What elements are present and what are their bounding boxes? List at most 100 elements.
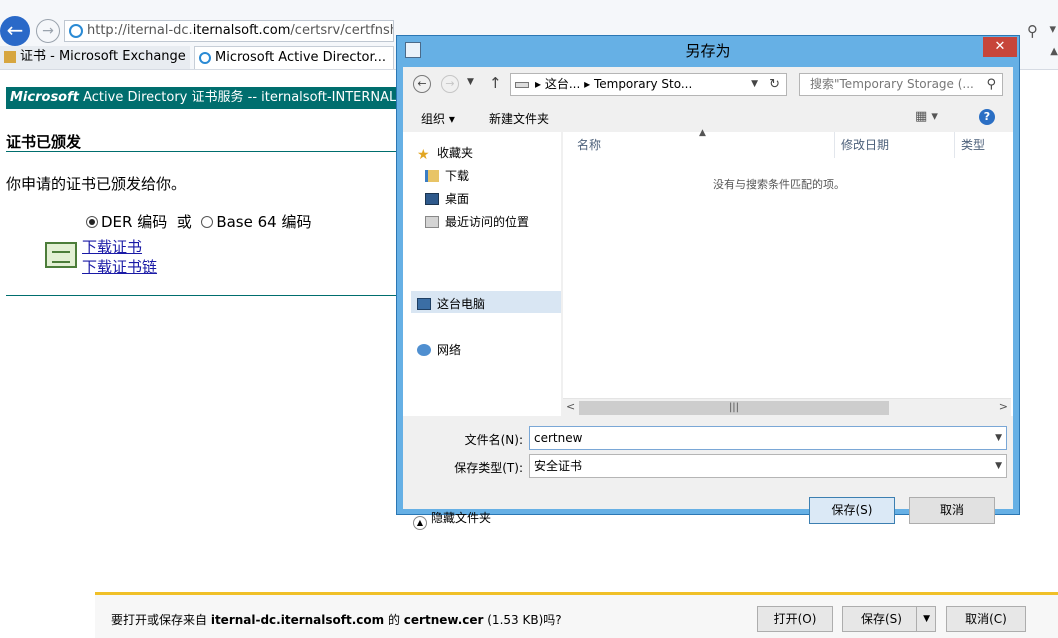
back-button[interactable]: ← [0,16,30,46]
search-icon[interactable]: ⚲ [1027,22,1038,40]
search-input[interactable]: 搜索"Temporary Storage (... ⚲ [799,73,1003,96]
chevron-down-icon[interactable]: ▼ [995,455,1002,477]
navigation-pane: ★ 收藏夹 下载 桌面 最近访问的位置 这台电脑 网络 [403,132,561,416]
ie-icon [199,52,211,64]
tab-active-directory[interactable]: Microsoft Active Director... [194,46,394,69]
cancel-download-button[interactable]: 取消(C) [946,606,1026,632]
dialog-title: 另存为 [685,42,731,60]
nav-label: 最近访问的位置 [445,215,530,229]
download-cert-link[interactable]: 下载证书 [82,236,142,257]
breadcrumb-temp-storage[interactable]: Temporary Sto... [594,77,692,91]
cancel-button[interactable]: 取消 [909,497,995,524]
scroll-left-icon[interactable]: < [566,400,575,413]
star-icon: ★ [417,147,430,163]
save-as-dialog: 另存为 ✕ ← → ▼ ↑ ▸ 这台... ▸ Temporary Sto...… [396,35,1020,530]
search-placeholder: 搜索"Temporary Storage (... [810,77,974,91]
desktop-icon [425,193,439,205]
close-button[interactable]: ✕ [983,37,1017,57]
computer-icon [417,298,431,310]
nav-label: 这台电脑 [437,297,486,311]
banner-text: Active Directory 证书服务 -- iternalsoft-INT… [83,90,406,105]
url-domain: iternalsoft.com [192,23,291,38]
base64-radio[interactable] [201,216,214,228]
save-button[interactable]: 保存(S) [809,497,895,524]
base64-label: Base 64 编码 [216,213,312,231]
breadcrumb[interactable]: ▸ 这台... ▸ Temporary Sto... ▼ ↻ [510,73,787,96]
save-label: 保存(S) [861,612,902,626]
help-icon[interactable]: ? [979,109,995,125]
network-icon [417,344,431,356]
forward-button[interactable]: → [36,19,60,43]
tab-exchange[interactable]: 证书 - Microsoft Exchange [0,46,190,69]
nav-downloads[interactable]: 下载 [425,167,469,184]
hide-folders-toggle[interactable]: ▲ 隐藏文件夹 [413,509,491,530]
chevron-up-icon: ▲ [413,516,427,530]
divider [916,607,917,631]
chevron-down-icon[interactable]: ▾ [1049,22,1056,37]
chevron-down-icon[interactable]: ▼ [995,427,1002,449]
drive-icon [515,82,529,88]
nav-label: 网络 [437,343,462,357]
refresh-icon[interactable]: ↻ [769,74,780,95]
filename-field[interactable]: certnew ▼ [529,426,1007,450]
save-split-button[interactable]: 保存(S) ▼ [842,606,936,632]
chevron-down-icon[interactable]: ▼ [923,607,930,631]
nav-label: 桌面 [445,192,470,206]
open-button[interactable]: 打开(O) [757,606,833,632]
scrollbar-thumb[interactable]: ||| [579,401,889,415]
up-arrow-icon[interactable]: ↑ [489,74,502,92]
view-options-icon[interactable]: ▦ ▾ [915,109,938,124]
back-icon[interactable]: ← [413,75,431,93]
ie-icon [69,24,83,38]
recent-locations-chevron-icon[interactable]: ▼ [467,77,474,87]
nav-favorites[interactable]: ★ 收藏夹 [417,144,474,163]
column-type-header[interactable]: 类型 [955,132,1013,158]
tab-label: 证书 - Microsoft Exchange [20,49,186,64]
or-label: 或 [176,213,192,231]
divider [6,295,406,296]
nav-this-pc[interactable]: 这台电脑 [417,295,485,312]
cert-tab-icon [4,51,16,63]
empty-message: 没有与搜索条件匹配的项。 [713,178,845,191]
download-notification-bar: 要打开或保存来自 iternal-dc.iternalsoft.com 的 ce… [95,592,1058,638]
certificate-icon [45,242,77,268]
new-folder-button[interactable]: 新建文件夹 [489,110,549,127]
scroll-up-arrow-icon[interactable]: ▲ [1050,46,1058,57]
der-radio[interactable] [86,216,98,228]
filetype-label: 保存类型(T): [454,461,523,475]
filename-value: certnew [534,431,583,445]
download-chain-link[interactable]: 下载证书链 [82,256,157,277]
hide-folders-label: 隐藏文件夹 [431,511,492,525]
breadcrumb-this-pc[interactable]: 这台... [545,77,580,91]
downloads-folder-icon [425,170,439,182]
organize-menu[interactable]: 组织 ▾ [421,110,455,127]
chevron-down-icon[interactable]: ▼ [751,74,758,95]
url-prefix: http://iternal-dc. [87,23,193,38]
prompt-host: iternal-dc.iternalsoft.com [210,613,385,627]
nav-label: 收藏夹 [437,146,474,160]
page-banner: Microsoft Active Directory 证书服务 -- itern… [6,87,406,109]
address-bar[interactable]: http://iternal-dc.iternalsoft.com/certsr… [64,20,394,42]
download-prompt: 要打开或保存来自 iternal-dc.iternalsoft.com 的 ce… [111,611,562,628]
scroll-right-icon[interactable]: > [999,400,1008,413]
banner-brand: Microsoft [10,90,79,105]
forward-icon[interactable]: → [441,75,459,93]
horizontal-scrollbar[interactable]: < ||| > [563,398,1011,416]
tab-label: Microsoft Active Director... [215,50,387,65]
recent-places-icon [425,216,439,228]
prompt-filename: certnew.cer [403,613,484,627]
nav-label: 下载 [445,169,470,183]
der-label: DER 编码 [101,213,168,231]
url-suffix: /certsrv/certfnsh.asp [290,23,393,38]
issued-message: 你申请的证书已颁发给你。 [6,175,187,193]
filename-label: 文件名(N): [464,433,523,447]
dialog-body: ← → ▼ ↑ ▸ 这台... ▸ Temporary Sto... ▼ ↻ 搜… [403,67,1013,530]
search-icon: ⚲ [986,77,996,92]
filetype-select[interactable]: 安全证书 ▼ [529,454,1007,478]
nav-desktop[interactable]: 桌面 [425,190,469,207]
column-name-header[interactable]: 名称 [563,132,835,158]
column-date-header[interactable]: 修改日期 [835,132,955,158]
file-list: ▲ 名称 修改日期 类型 没有与搜索条件匹配的项。 < ||| > [563,128,1013,416]
nav-network[interactable]: 网络 [417,341,461,358]
nav-recent[interactable]: 最近访问的位置 [425,213,529,230]
